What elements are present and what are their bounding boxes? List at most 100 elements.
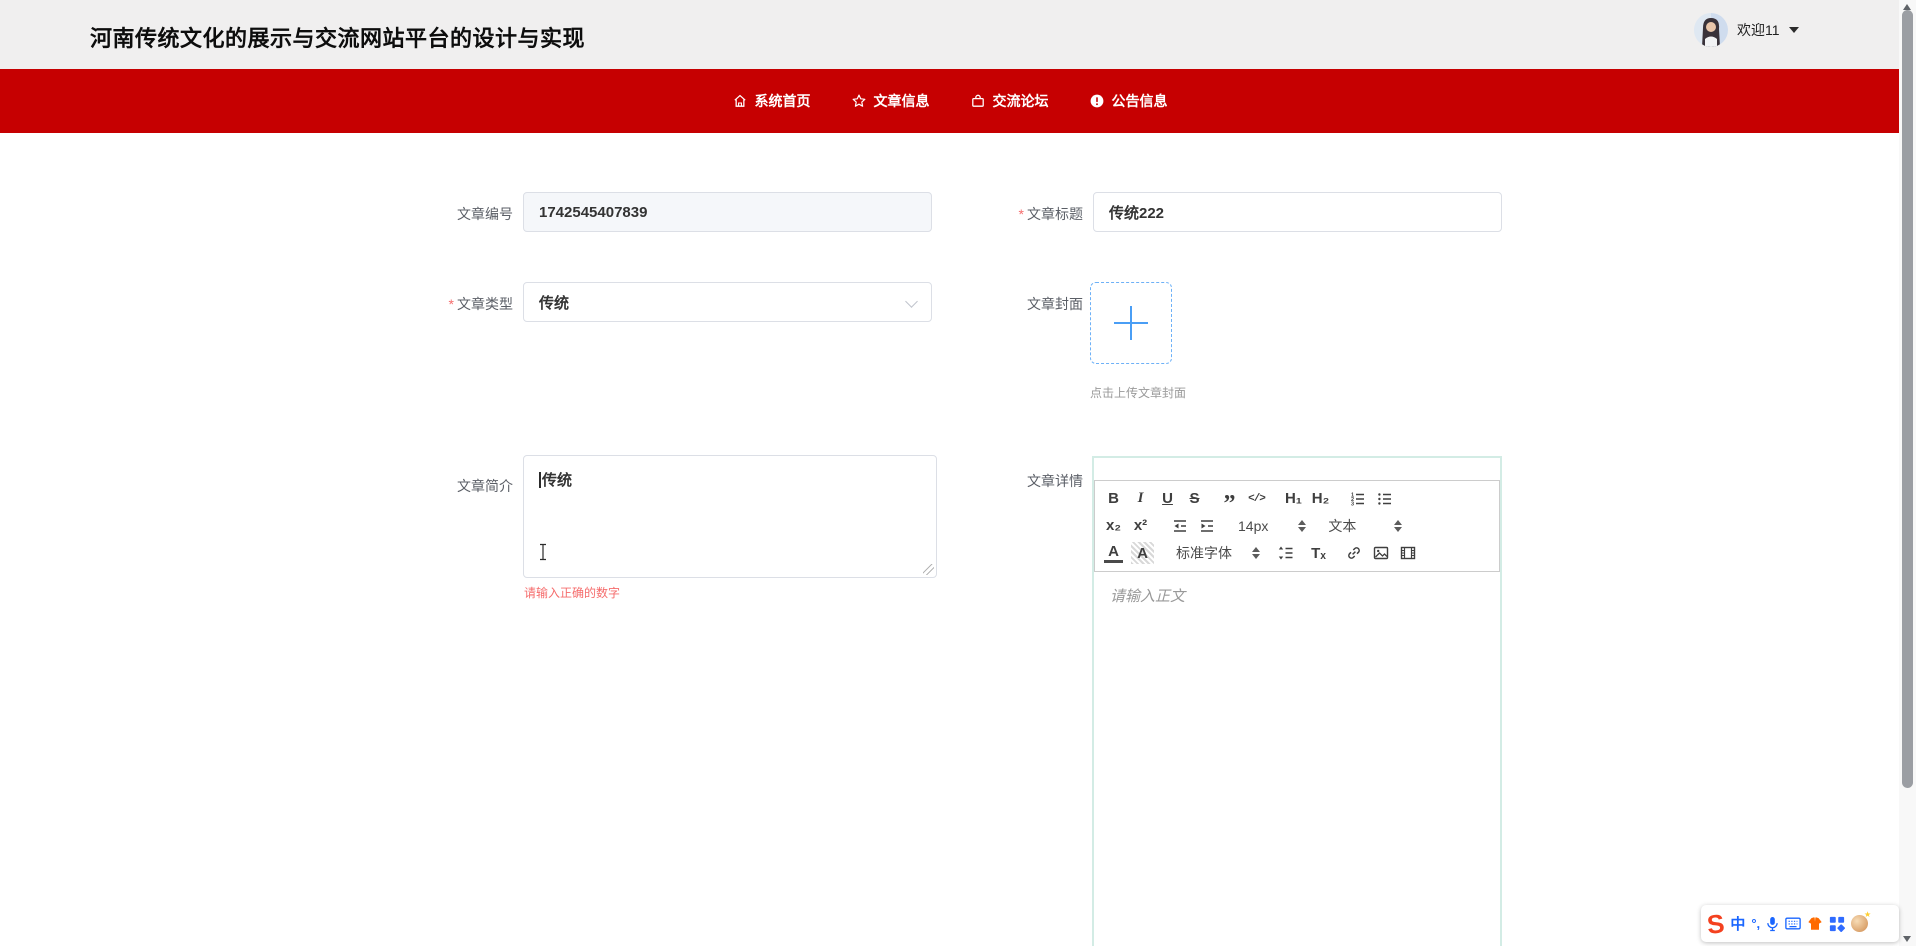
ime-emoji-button[interactable] [1851, 910, 1871, 932]
article-no-label: 文章编号 [457, 206, 513, 222]
toolbar-row-2: x₂ x² 14px 文本 [1104, 513, 1490, 539]
nav-item-label: 文章信息 [873, 93, 930, 109]
chevron-down-icon [1788, 27, 1799, 33]
page-title: 河南传统文化的展示与交流网站平台的设计与实现 [90, 26, 586, 51]
italic-button[interactable]: I [1131, 488, 1150, 510]
nav-item-label: 系统首页 [754, 93, 811, 109]
emoji-icon [1851, 910, 1871, 932]
header2-button[interactable]: H₂ [1311, 488, 1330, 510]
nav-item-label: 交流论坛 [992, 93, 1049, 109]
line-height-button[interactable] [1276, 542, 1295, 564]
text-format-select[interactable]: 文本 [1328, 515, 1356, 537]
article-intro-label: 文章简介 [457, 478, 513, 494]
required-asterisk: * [1018, 206, 1024, 222]
toolbar-row-1: B I U S ” </> H₁ H₂ 1 2 3 [1104, 483, 1490, 516]
article-detail-label: 文章详情 [1027, 473, 1083, 489]
keyboard-icon [1785, 917, 1801, 930]
link-icon [1347, 547, 1360, 560]
updown-arrows-icon[interactable] [1394, 519, 1403, 532]
nav-item-notices[interactable]: 公告信息 [1089, 91, 1168, 111]
code-button[interactable]: </> [1247, 488, 1266, 510]
image-button[interactable] [1371, 542, 1390, 564]
upload-hint: 点击上传文章封面 [1090, 386, 1187, 400]
outdent-button[interactable] [1170, 515, 1189, 537]
sogou-logo[interactable]: S [1705, 908, 1725, 940]
bag-icon [971, 94, 984, 107]
header1-button[interactable]: H₁ [1284, 488, 1303, 510]
ime-toolbar[interactable]: S 中 °, [1701, 905, 1899, 942]
underline-button[interactable]: U [1158, 488, 1177, 510]
article-title-value: 传统222 [1109, 204, 1165, 222]
article-cover-label: 文章封面 [1027, 296, 1083, 312]
article-cover-upload[interactable] [1090, 282, 1172, 364]
article-no-input[interactable]: 1742545407839 [523, 192, 932, 232]
ime-punctuation-button[interactable]: °, [1751, 916, 1760, 931]
blockquote-button[interactable]: ” [1220, 483, 1239, 516]
ime-skin-button[interactable] [1807, 916, 1823, 931]
bullet-list-button[interactable] [1375, 488, 1394, 510]
ime-toolbox-button[interactable] [1829, 916, 1846, 932]
line-height-icon [1278, 546, 1292, 560]
video-button[interactable] [1398, 542, 1417, 564]
updown-arrows-icon[interactable] [1298, 519, 1307, 532]
scrollbar-thumb[interactable] [1902, 10, 1913, 788]
article-detail-editor[interactable]: B I U S ” </> H₁ H₂ 1 2 3 x₂ x² 14px 文本 … [1092, 456, 1502, 946]
font-family-select[interactable]: 标准字体 [1176, 542, 1232, 564]
editor-toolbar: B I U S ” </> H₁ H₂ 1 2 3 x₂ x² 14px 文本 … [1094, 480, 1500, 572]
toolbar-row-3: A A 标准字体 Tₓ [1104, 540, 1490, 566]
ime-keyboard-button[interactable] [1785, 917, 1801, 930]
bullet-list-icon [1377, 492, 1391, 505]
clear-format-button[interactable]: Tₓ [1309, 542, 1328, 564]
editor-placeholder: 请输入正文 [1110, 588, 1186, 605]
nav-item-home[interactable]: 系统首页 [732, 91, 811, 111]
header-bar: 河南传统文化的展示与交流网站平台的设计与实现 欢迎11 [0, 0, 1899, 69]
video-icon [1400, 547, 1415, 560]
welcome-label: 欢迎11 [1737, 22, 1780, 38]
link-button[interactable] [1344, 542, 1363, 564]
superscript-button[interactable]: x² [1131, 515, 1150, 537]
article-no-value: 1742545407839 [539, 203, 648, 221]
microphone-icon [1767, 916, 1778, 931]
avatar-photo [1694, 13, 1728, 47]
strikethrough-button[interactable]: S [1185, 488, 1204, 510]
required-asterisk: * [448, 296, 454, 312]
ordered-list-icon: 1 2 3 [1351, 492, 1364, 507]
bold-button[interactable]: B [1104, 488, 1123, 510]
main-nav: 系统首页 文章信息 交流论坛 公告信息 [0, 69, 1899, 133]
nav-item-articles[interactable]: 文章信息 [851, 91, 930, 111]
info-icon [1090, 94, 1103, 108]
avatar[interactable] [1694, 13, 1728, 47]
outdent-icon [1173, 520, 1186, 532]
subscript-button[interactable]: x₂ [1104, 515, 1123, 537]
scrollbar[interactable] [1899, 0, 1916, 946]
ibeam-cursor-icon [538, 543, 548, 566]
ordered-list-button[interactable]: 1 2 3 [1348, 488, 1367, 510]
indent-icon [1200, 520, 1213, 532]
grid-icon [1830, 916, 1846, 932]
star-icon [852, 94, 865, 107]
font-size-select[interactable]: 14px [1238, 515, 1268, 537]
updown-arrows-icon[interactable] [1252, 547, 1260, 560]
shirt-icon [1808, 917, 1822, 930]
plus-icon [1114, 306, 1148, 340]
home-icon [733, 94, 746, 107]
highlight-button[interactable]: A [1131, 542, 1154, 565]
image-icon [1373, 547, 1388, 560]
article-type-select[interactable]: 传统 [523, 282, 932, 322]
ime-mode-button[interactable]: 中 [1730, 913, 1745, 934]
scroll-down-button[interactable] [1903, 936, 1911, 942]
article-type-label: * 文章类型 [448, 296, 513, 312]
page: 河南传统文化的展示与交流网站平台的设计与实现 欢迎11 系统首页 文章信息 交流… [0, 0, 1916, 946]
text-caret [539, 472, 541, 488]
ime-mic-button[interactable] [1766, 916, 1779, 932]
article-intro-textarea[interactable]: 传统 [523, 455, 937, 578]
resize-handle[interactable] [923, 564, 934, 575]
article-title-input[interactable]: 传统222 [1093, 192, 1502, 232]
intro-error-text: 请输入正确的数字 [524, 586, 621, 600]
article-title-label: * 文章标题 [1018, 206, 1083, 222]
nav-item-forum[interactable]: 交流论坛 [970, 91, 1049, 111]
user-menu[interactable]: 欢迎11 [1694, 11, 1799, 49]
indent-button[interactable] [1197, 515, 1216, 537]
font-color-button[interactable]: A [1104, 543, 1123, 564]
article-type-value: 传统 [539, 294, 570, 312]
